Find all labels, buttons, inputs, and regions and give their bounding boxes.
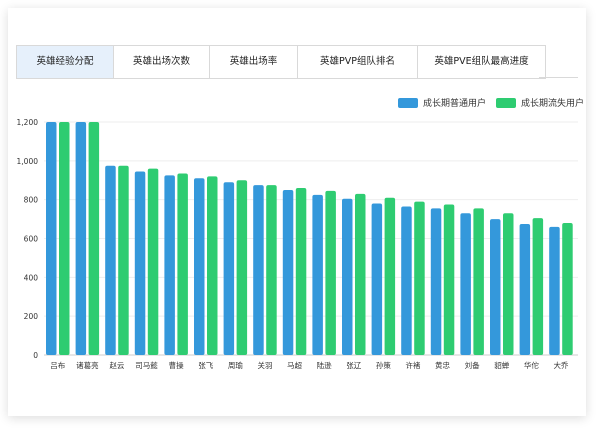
bar-series1: [490, 219, 501, 355]
y-tick-label: 400: [24, 273, 39, 282]
bar-series1: [134, 171, 146, 355]
bar-series2: [59, 122, 70, 355]
bar-series2: [473, 208, 484, 355]
x-tick-label: 关羽: [257, 360, 272, 370]
x-tick-label: 刘备: [465, 360, 480, 370]
bar-series1: [312, 194, 323, 355]
bar-series1: [194, 178, 205, 355]
bar-series1: [371, 203, 383, 355]
x-tick-label: 华佗: [524, 360, 539, 370]
bar-series2: [207, 176, 218, 355]
bar-series1: [105, 165, 116, 355]
bar-series2: [177, 173, 188, 355]
bar-series1: [519, 223, 531, 355]
bar-series1: [342, 198, 353, 355]
x-tick-label: 张辽: [346, 361, 361, 370]
bar-chart: 0 200 400 600 800 1,000 1,200 吕布 诸葛亮 赵云 司马懿 曹操 张飞 周瑜 关…: [17, 118, 578, 370]
x-tick-label: 陆逊: [317, 360, 332, 370]
bar-series1: [75, 122, 87, 355]
bar-series2: [325, 190, 336, 355]
bar-series2: [414, 201, 425, 355]
bar-series1: [549, 226, 560, 355]
bar-series2: [503, 213, 514, 355]
bar-series1: [460, 213, 471, 355]
x-tick-label: 周瑜: [228, 360, 243, 370]
y-tick-label: 200: [24, 312, 39, 321]
bar-series1: [46, 122, 57, 355]
bar-series1: [164, 175, 175, 355]
y-tick-label: 800: [24, 196, 39, 205]
bar-series2: [384, 197, 396, 355]
x-tick-label: 张飞: [198, 361, 213, 370]
bar-series1: [430, 208, 442, 355]
y-tick-label: 1,000: [17, 157, 39, 166]
bar-series1: [401, 206, 412, 355]
bar-series2: [147, 168, 159, 355]
bar-series1: [282, 189, 294, 355]
x-tick-label: 诸葛亮: [76, 360, 99, 370]
bar-series2: [355, 193, 366, 355]
x-tick-label: 曹操: [169, 360, 184, 370]
bar-series2: [295, 188, 307, 355]
x-tick-label: 黄忠: [435, 360, 450, 370]
bar-series2: [443, 204, 455, 355]
bar-series2: [266, 185, 277, 355]
bar-series2: [562, 222, 573, 355]
x-tick-label: 貂蝉: [494, 360, 509, 370]
x-tick-label: 赵云: [109, 360, 124, 370]
bar-series1: [223, 182, 235, 355]
bar-series2: [88, 122, 100, 355]
y-tick-label: 0: [33, 351, 38, 360]
x-tick-label: 孙策: [376, 360, 391, 370]
x-tick-label: 马超: [287, 361, 302, 370]
bar-series2: [118, 165, 129, 355]
y-tick-label: 1,200: [17, 118, 39, 127]
bar-series2: [532, 218, 544, 355]
x-tick-label: 司马懿: [135, 360, 158, 370]
x-tick-label: 大乔: [553, 360, 568, 370]
x-tick-label: 许褚: [405, 360, 420, 370]
bar-series1: [253, 185, 264, 355]
y-tick-label: 600: [24, 235, 39, 244]
x-tick-label: 吕布: [50, 360, 65, 370]
bar-series2: [236, 180, 248, 355]
